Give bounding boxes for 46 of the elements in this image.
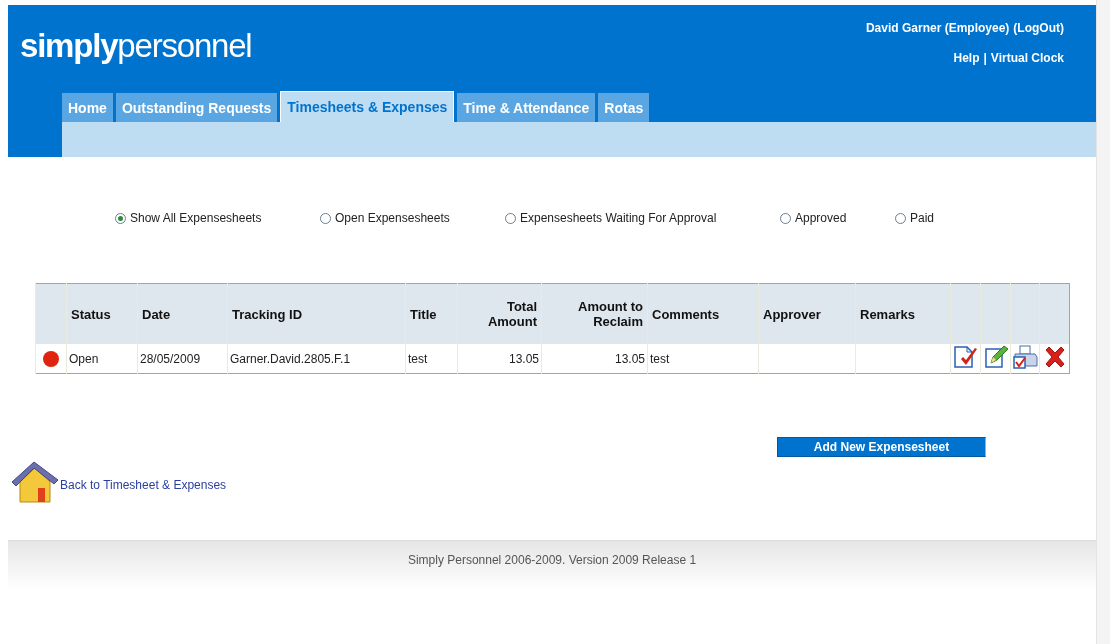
radio-button[interactable]	[115, 212, 126, 224]
table-cell: test	[650, 351, 670, 366]
document-check-icon[interactable]	[952, 345, 979, 369]
house-icon[interactable]	[10, 460, 60, 506]
table-cell: 13.05	[614, 351, 645, 366]
footer-text: Simply Personnel 2006-2009. Version 2009 Release 1	[407, 553, 697, 569]
scrollbar[interactable]	[1096, 0, 1110, 644]
column-header: Total Amount	[487, 299, 537, 329]
back-link[interactable]: Back to Timesheet & Expenses	[60, 478, 227, 492]
table-cell: test	[408, 351, 428, 366]
radio-label[interactable]: Paid	[910, 211, 935, 225]
separator: |	[983, 51, 987, 65]
nav-tab[interactable]: Outstanding Requests	[115, 93, 278, 122]
radio-button[interactable]	[895, 212, 906, 224]
table-cell: Garner.David.2805.F.1	[230, 351, 351, 366]
radio-label[interactable]: Show All Expensesheets	[130, 211, 262, 225]
delete-icon[interactable]	[1043, 346, 1066, 368]
user-name: David Garner (Employee)	[865, 21, 1010, 35]
radio-button[interactable]	[780, 212, 791, 224]
nav-tab[interactable]: Rotas	[598, 93, 650, 122]
radio-label[interactable]: Expensesheets Waiting For Approval	[520, 211, 717, 225]
radio-button[interactable]	[505, 212, 516, 224]
column-header: Remarks	[860, 306, 915, 322]
virtual-clock-link[interactable]: Virtual Clock	[990, 51, 1064, 65]
radio-button[interactable]	[320, 212, 331, 224]
add-expensesheet-button[interactable]: Add New Expensesheet	[777, 437, 986, 457]
column-header: Tracking ID	[232, 306, 303, 322]
table-cell: Open	[69, 351, 99, 366]
nav-tab[interactable]: Time & Attendance	[457, 93, 596, 122]
printer-check-icon[interactable]	[1012, 345, 1038, 369]
pencil-edit-icon[interactable]	[983, 345, 1008, 369]
radio-label[interactable]: Approved	[795, 211, 847, 225]
column-header: Amount to Reclaim	[578, 299, 643, 329]
logo: simplypersonnel	[20, 27, 252, 66]
column-header: Date	[142, 306, 171, 322]
help-link[interactable]: Help	[953, 51, 980, 65]
column-header: Status	[71, 306, 111, 322]
table-cell: 13.05	[508, 351, 539, 366]
radio-label[interactable]: Open Expensesheets	[335, 211, 450, 225]
table-cell: 28/05/2009	[140, 351, 201, 366]
logout-link[interactable]: (LogOut)	[1013, 21, 1064, 35]
column-header: Title	[410, 306, 437, 322]
column-header: Comments	[652, 306, 720, 322]
column-header: Approver	[763, 306, 821, 322]
nav-tab[interactable]: Home	[62, 93, 113, 122]
nav-tab[interactable]: Timesheets & Expenses	[280, 91, 455, 122]
